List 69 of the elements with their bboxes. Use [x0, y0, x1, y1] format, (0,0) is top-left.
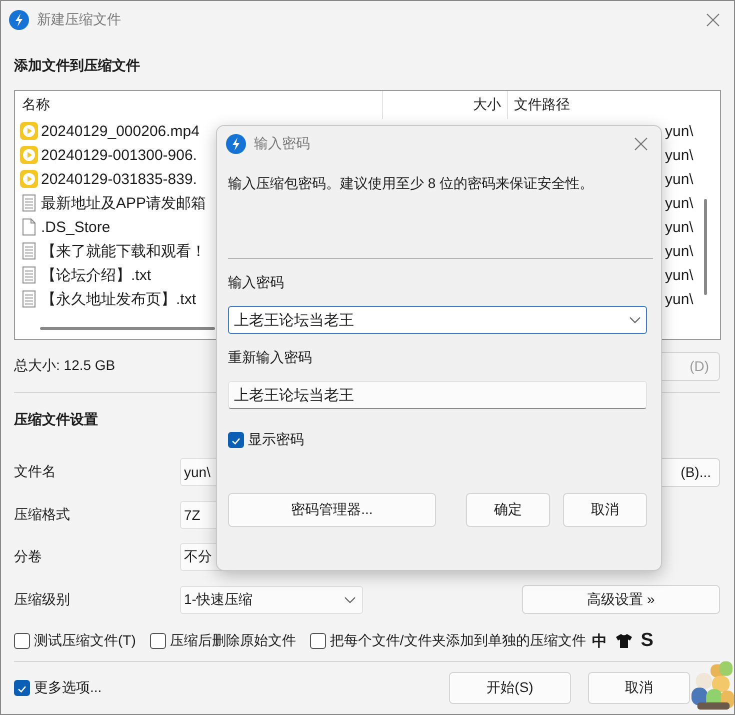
checkbox-label: 压缩后删除原始文件: [170, 632, 296, 650]
ok-button[interactable]: 确定: [466, 493, 550, 527]
video-file-icon: [20, 170, 38, 188]
scrollbar[interactable]: [40, 327, 215, 330]
section-heading: 添加文件到压缩文件: [14, 56, 141, 75]
field-label: 输入密码: [228, 274, 285, 292]
dialog-title: 输入密码: [254, 135, 310, 153]
field-label: 文件名: [14, 463, 57, 482]
checkbox-label: 更多选项...: [34, 679, 102, 697]
checkbox[interactable]: [150, 633, 166, 649]
file-path: yun\: [665, 122, 694, 140]
text-file-icon: [20, 194, 38, 212]
start-button[interactable]: 开始(S): [449, 672, 571, 704]
field-label: 重新输入密码: [228, 349, 313, 367]
column-header[interactable]: 文件路径: [508, 96, 570, 114]
file-path: yun\: [665, 146, 694, 164]
file-name: 【来了就能下载和观看！: [41, 242, 206, 260]
column-header[interactable]: 名称: [15, 91, 383, 119]
shirt-icon[interactable]: [616, 634, 632, 648]
file-name: 【论坛介绍】.txt: [41, 266, 152, 284]
file-path: yun\: [665, 218, 694, 236]
ime-mode-text[interactable]: S: [640, 630, 654, 652]
dialog-description: 输入压缩包密码。建议使用至少 8 位的密码来保证安全性。: [228, 175, 595, 193]
checkbox-label: 测试压缩文件(T): [34, 632, 136, 650]
scrollbar[interactable]: [704, 199, 707, 295]
checkbox[interactable]: [14, 680, 30, 696]
file-path: yun\: [665, 266, 694, 284]
text-file-icon: [20, 242, 38, 260]
checkbox-label: 显示密码: [248, 431, 304, 449]
file-path: yun\: [665, 194, 694, 212]
video-file-icon: [20, 122, 38, 140]
file-path: yun\: [665, 170, 694, 188]
ime-mode-text[interactable]: 中: [592, 632, 607, 650]
password-manager-button[interactable]: 密码管理器...: [228, 493, 436, 527]
total-size-label: 总大小: 12.5 GB: [14, 357, 116, 375]
field-label: 压缩级别: [14, 590, 71, 609]
cancel-button[interactable]: 取消: [563, 493, 647, 527]
file-name: 最新地址及APP请发邮箱: [41, 194, 206, 212]
file-name: 20240129-031835-839.: [41, 170, 197, 188]
file-path: yun\: [665, 242, 694, 260]
app-logo-icon: [226, 134, 246, 154]
cancel-button[interactable]: 取消: [588, 672, 690, 704]
close-icon[interactable]: [634, 137, 648, 151]
chevron-down-icon: [344, 596, 356, 604]
text-file-icon: [20, 266, 38, 284]
checkbox-label: 把每个文件/文件夹添加到单独的压缩文件: [330, 632, 586, 650]
field-label: 压缩格式: [14, 506, 71, 524]
advanced-settings-button[interactable]: 高级设置 »: [522, 585, 720, 614]
file-name: 20240129-001300-906.: [41, 146, 197, 164]
text-file-icon: [20, 290, 38, 308]
file-icon: [20, 218, 38, 236]
password-field[interactable]: 上老王论坛当老王: [228, 306, 647, 334]
password-field[interactable]: 上老王论坛当老王: [228, 381, 647, 409]
column-header[interactable]: 大小: [383, 91, 508, 119]
window-title: 新建压缩文件: [37, 10, 121, 28]
checkbox[interactable]: [310, 633, 326, 649]
file-name: .DS_Store: [41, 218, 110, 236]
chevron-down-icon: [629, 316, 641, 324]
checkbox[interactable]: [228, 432, 244, 448]
video-file-icon: [20, 146, 38, 164]
file-name: 【永久地址发布页】.txt: [41, 290, 196, 308]
app-logo-icon: [9, 10, 29, 30]
close-icon[interactable]: [706, 12, 720, 26]
file-name: 20240129_000206.mp4: [41, 122, 200, 140]
section-heading: 压缩文件设置: [14, 410, 99, 429]
dropdown[interactable]: 1-快速压缩: [180, 586, 363, 614]
field-label: 分卷: [14, 548, 43, 566]
file-path: yun\: [665, 290, 694, 308]
checkbox[interactable]: [14, 633, 30, 649]
